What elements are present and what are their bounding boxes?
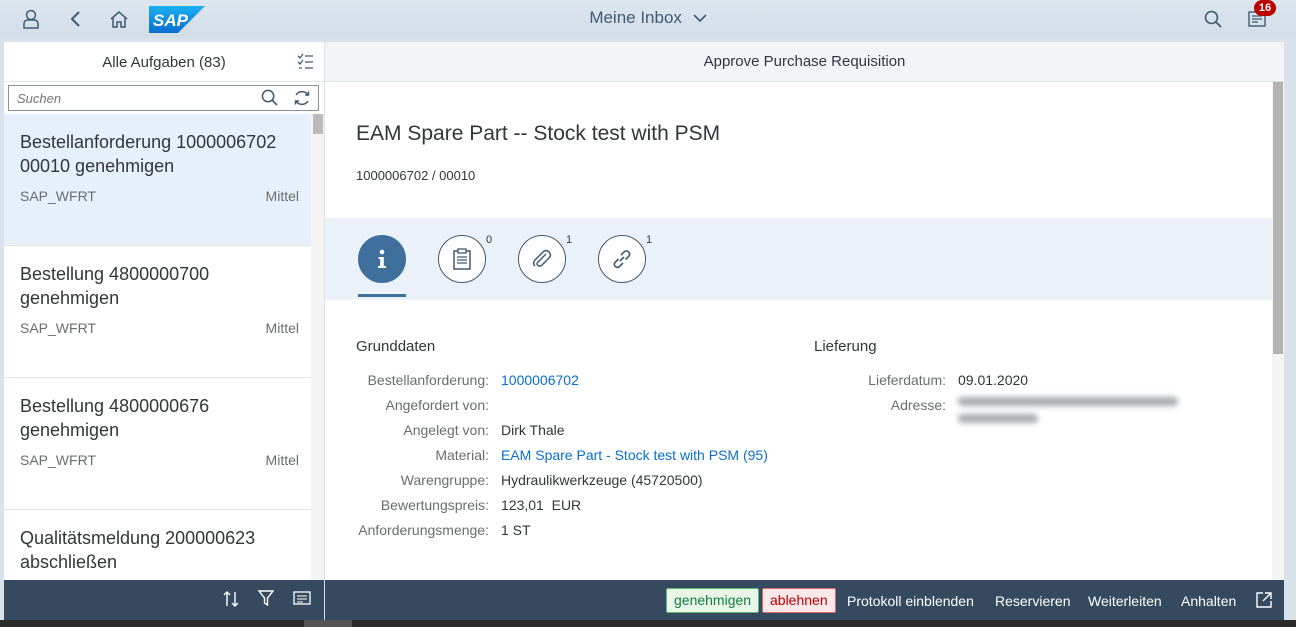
task-detail-panel: Approve Purchase Requisition EAM Spare P…: [325, 42, 1284, 580]
tab-attachments-count: 1: [566, 234, 573, 246]
detail-header: Approve Purchase Requisition: [325, 42, 1284, 82]
home-icon[interactable]: [108, 8, 130, 30]
list-item-title: Bestellung 4800000700 genehmigen: [20, 264, 210, 308]
tab-links[interactable]: [598, 235, 646, 283]
field-angelegt-von: Angelegt von: Dirk Thale: [325, 422, 564, 442]
field-label: Angelegt von:: [403, 422, 489, 438]
list-item-title: Bestellung 4800000676 genehmigen: [20, 396, 210, 440]
list-item-title: Qualitätsmeldung 200000623 abschließen: [20, 528, 256, 572]
scrollbar-thumb[interactable]: [313, 114, 323, 134]
field-value: 123,01 EUR: [501, 497, 582, 513]
list-item-priority: Mittel: [265, 320, 299, 336]
tab-info[interactable]: [358, 235, 406, 283]
list-item-user: SAP_WFRT: [20, 452, 96, 468]
sap-logo-text: SAP: [153, 11, 189, 30]
search-icon[interactable]: [261, 89, 278, 111]
link-icon: [613, 249, 631, 269]
task-list-header: Alle Aufgaben (83): [4, 42, 324, 82]
search-field[interactable]: [8, 85, 319, 111]
object-subtitle: 1000006702 / 00010: [356, 168, 476, 183]
refresh-icon[interactable]: [293, 89, 311, 112]
task-list: Bestellanforderung 1000006702 00010 gene…: [4, 114, 311, 580]
field-value: 09.01.2020: [958, 372, 1029, 388]
list-item-user: SAP_WFRT: [20, 320, 96, 336]
search-icon[interactable]: [1202, 8, 1224, 30]
tab-links-count: 1: [646, 234, 653, 246]
field-bewertungspreis: Bewertungspreis: 123,01 EUR: [325, 497, 581, 517]
list-item[interactable]: Bestellung 4800000676 genehmigen SAP_WFR…: [4, 378, 311, 510]
field-anforderungsmenge: Anforderungsmenge: 1 ST: [325, 522, 530, 542]
chevron-down-icon: [693, 14, 707, 23]
field-material: Material: EAM Spare Part - Stock test wi…: [325, 447, 768, 467]
task-list-footer: [4, 580, 324, 620]
field-adresse: Adresse:: [325, 397, 946, 417]
multi-select-icon[interactable]: [296, 52, 314, 75]
search-input[interactable]: [9, 86, 249, 110]
sort-icon[interactable]: [222, 590, 240, 613]
forward-button[interactable]: Weiterleiten: [1088, 593, 1162, 609]
field-value-link[interactable]: EAM Spare Part - Stock test with PSM (95…: [501, 447, 768, 463]
field-value: Hydraulikwerkzeuge (45720500): [501, 472, 703, 488]
scrollbar-thumb[interactable]: [304, 620, 352, 627]
list-item[interactable]: Qualitätsmeldung 200000623 abschließen: [4, 510, 311, 580]
reserve-button[interactable]: Reservieren: [995, 593, 1070, 609]
field-label: Adresse:: [890, 397, 946, 413]
task-list-title: Alle Aufgaben (83): [102, 54, 226, 71]
group-icon[interactable]: [293, 590, 311, 611]
object-title: EAM Spare Part -- Stock test with PSM: [356, 122, 721, 145]
scrollbar-thumb[interactable]: [1273, 82, 1283, 354]
back-icon[interactable]: [64, 8, 86, 30]
field-label: Anforderungsmenge:: [358, 522, 489, 538]
field-value: Dirk Thale: [501, 422, 565, 438]
horizontal-scrollbar[interactable]: [0, 620, 1296, 627]
tab-notes-count: 0: [486, 234, 493, 246]
shell-title[interactable]: Meine Inbox: [589, 8, 707, 27]
user-icon[interactable]: [20, 8, 42, 30]
sap-logo[interactable]: SAP: [149, 6, 205, 33]
tab-notes[interactable]: [438, 235, 486, 283]
approve-button[interactable]: genehmigen: [666, 588, 760, 613]
tab-attachments[interactable]: [518, 235, 566, 283]
field-label: Lieferdatum:: [868, 372, 946, 388]
list-item-user: SAP_WFRT: [20, 188, 96, 204]
detail-footer-toolbar: genehmigen ablehnen Protokoll einblenden…: [325, 580, 1284, 620]
list-item-title: Bestellanforderung 1000006702 00010 gene…: [20, 132, 277, 176]
task-list-scrollbar[interactable]: [311, 114, 324, 580]
field-label: Bewertungspreis:: [380, 497, 489, 513]
info-icon: [378, 249, 386, 268]
field-warengruppe: Warengruppe: Hydraulikwerkzeuge (4572050…: [325, 472, 703, 492]
section-title-grunddaten: Grunddaten: [356, 338, 436, 355]
detail-scrollbar[interactable]: [1272, 82, 1284, 580]
list-item-priority: Mittel: [265, 188, 299, 204]
section-title-lieferung: Lieferung: [814, 338, 877, 355]
notification-badge: 16: [1254, 0, 1276, 16]
field-value: 1 ST: [501, 522, 531, 538]
field-lieferdatum: Lieferdatum: 09.01.2020: [325, 372, 1028, 392]
task-list-panel: Alle Aufgaben (83) Bestellanforderung 10…: [4, 42, 324, 580]
list-item[interactable]: Bestellung 4800000700 genehmigen SAP_WFR…: [4, 246, 311, 378]
active-tab-indicator: [358, 294, 406, 297]
field-label: Material:: [435, 447, 489, 463]
field-label: Warengruppe:: [400, 472, 489, 488]
blurred-address: [958, 397, 1188, 431]
shell-bar: SAP Meine Inbox 16: [0, 0, 1296, 38]
icon-tab-bar: 0 1 1: [325, 218, 1284, 300]
reject-button[interactable]: ablehnen: [762, 588, 836, 613]
filter-icon[interactable]: [257, 590, 275, 612]
attachment-icon: [532, 249, 552, 267]
right-gutter: [1284, 42, 1296, 620]
suspend-button[interactable]: Anhalten: [1181, 593, 1236, 609]
show-log-button[interactable]: Protokoll einblenden: [847, 593, 974, 609]
notes-icon: [453, 248, 471, 270]
list-item-priority: Mittel: [265, 452, 299, 468]
list-item[interactable]: Bestellanforderung 1000006702 00010 gene…: [4, 114, 311, 246]
share-icon[interactable]: [1255, 591, 1273, 614]
